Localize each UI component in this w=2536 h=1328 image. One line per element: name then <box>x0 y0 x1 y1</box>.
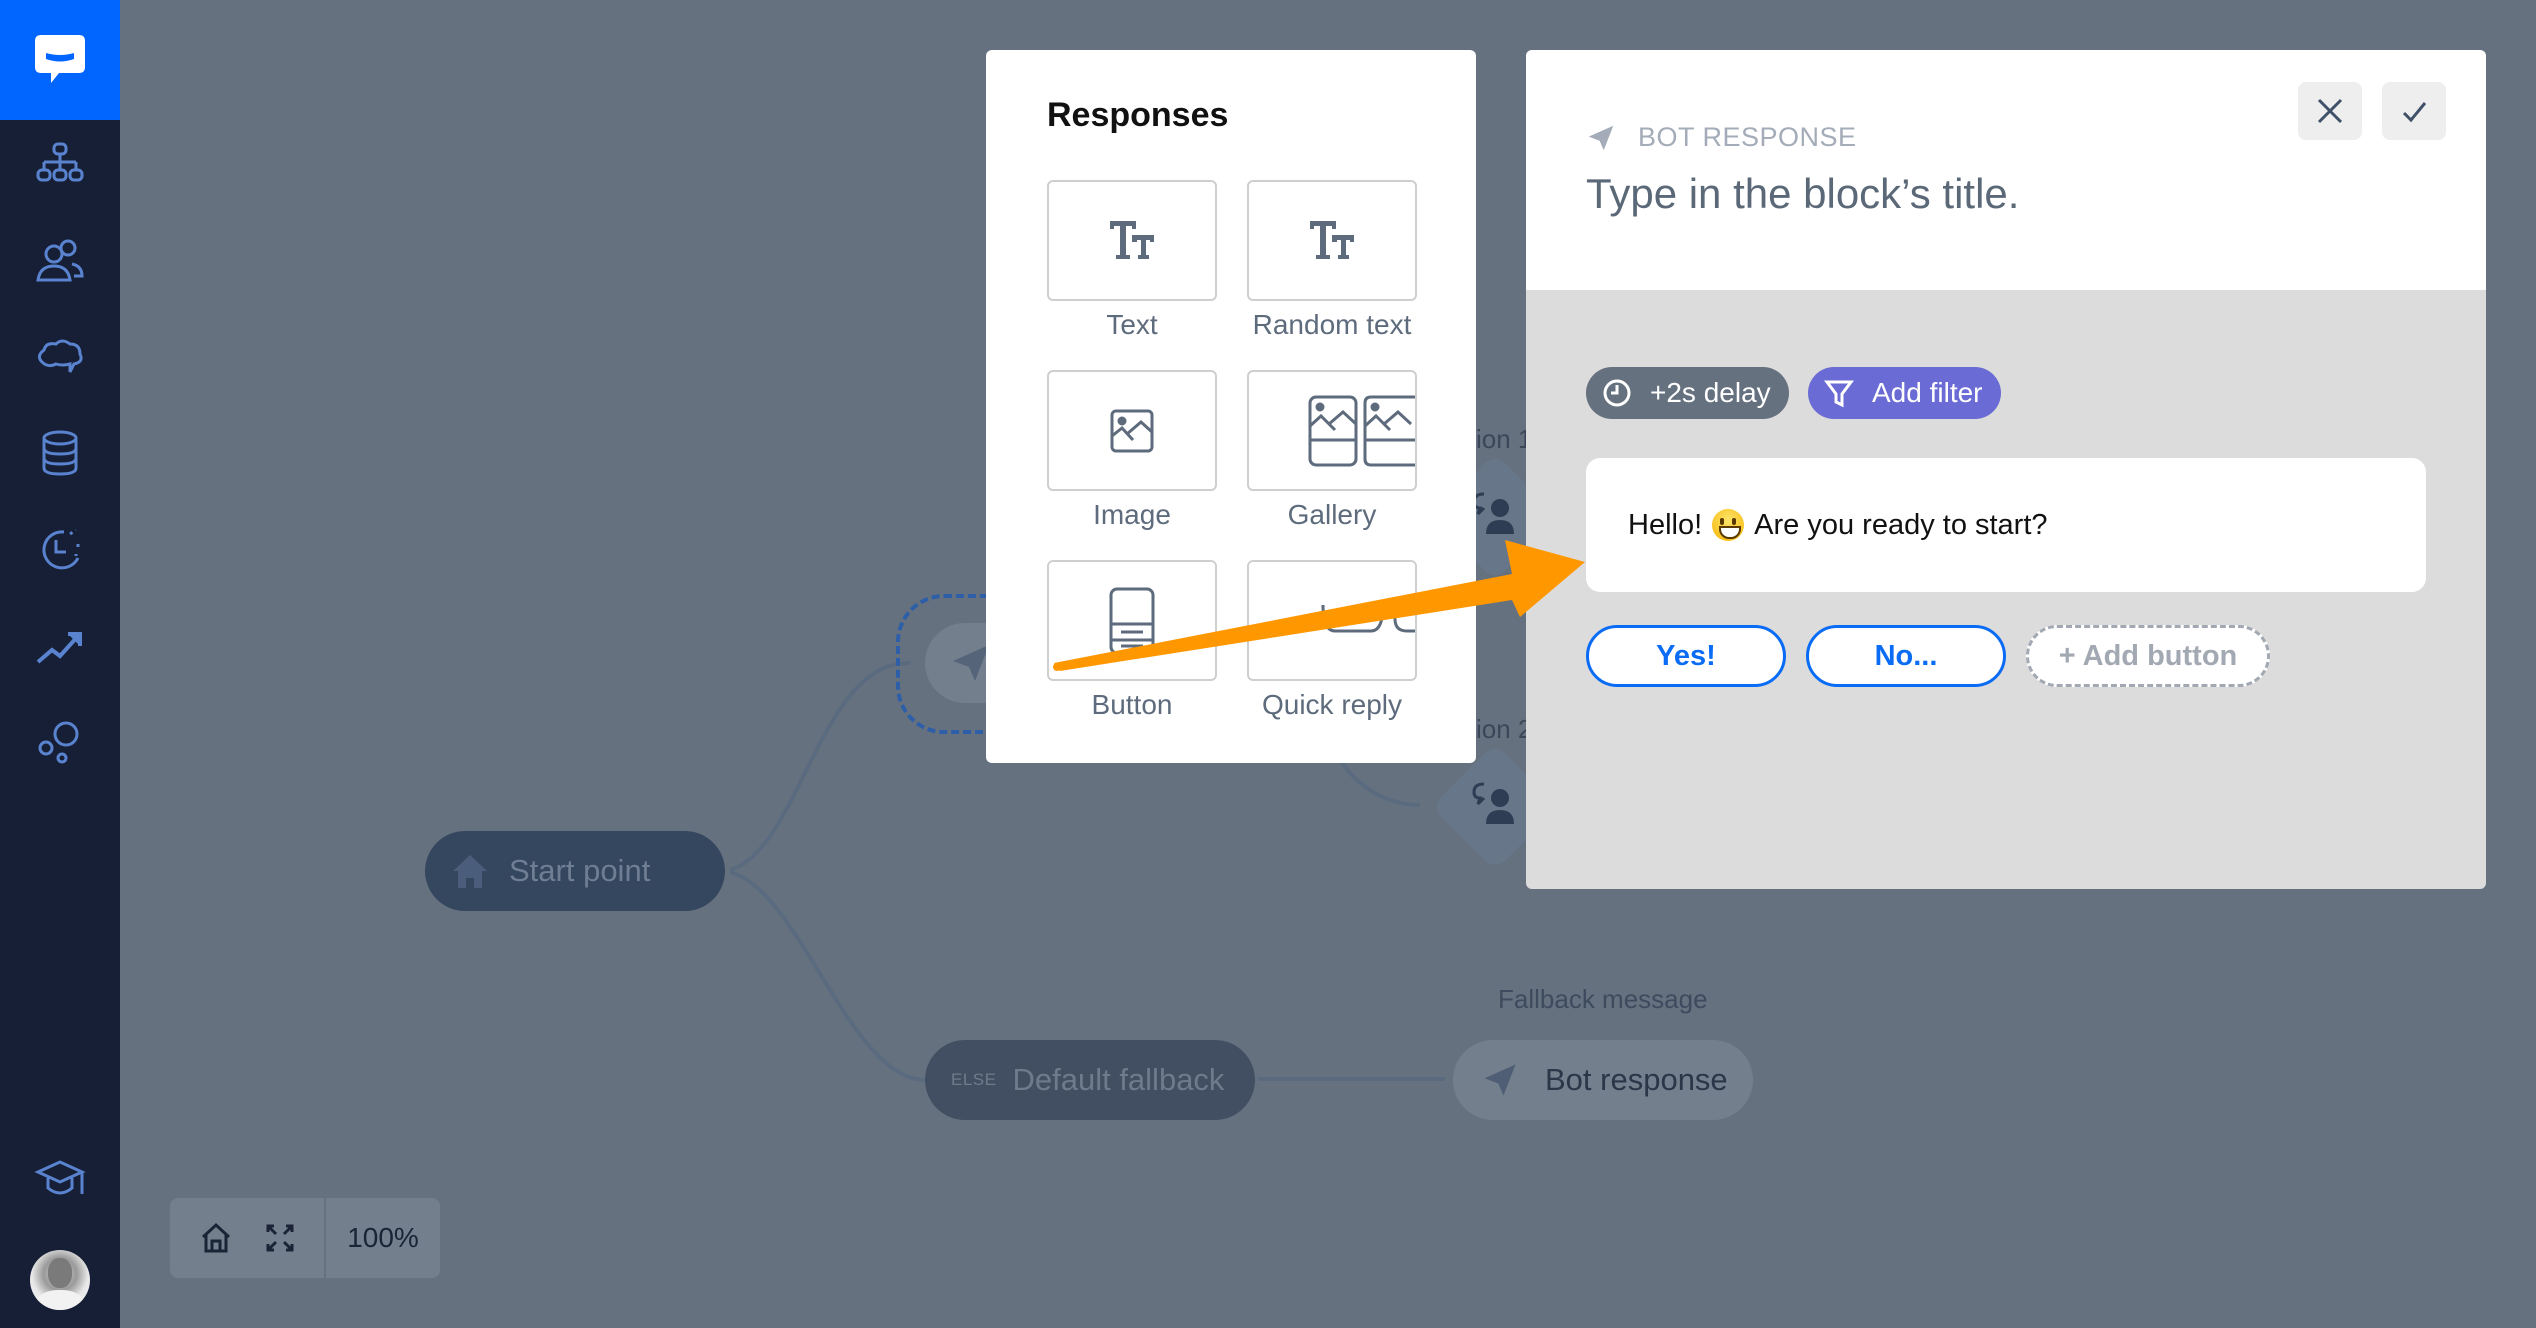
wire-to-option2 <box>1338 758 1421 807</box>
gallery-icon <box>1308 395 1415 466</box>
default-fallback-node[interactable]: ELSE Default fallback <box>925 1040 1255 1120</box>
fallback-bot-response-node[interactable]: Bot response <box>1453 1040 1753 1120</box>
bot-response-label: Bot response <box>1545 1062 1728 1097</box>
wire-start-to-selected <box>729 660 911 872</box>
tile-label: Random text <box>1252 309 1412 340</box>
image-icon <box>1110 409 1154 452</box>
add-button[interactable]: + Add button <box>2026 625 2270 687</box>
text-format-icon <box>1310 220 1354 259</box>
response-tile-text[interactable]: Text <box>1047 180 1217 341</box>
tile-box <box>1247 370 1417 491</box>
close-icon <box>2317 98 2343 124</box>
button-card-icon <box>1109 587 1155 654</box>
delay-label: +2s delay <box>1650 377 1771 408</box>
clock-history-icon <box>42 528 80 570</box>
response-tile-gallery[interactable]: Gallery <box>1247 370 1417 531</box>
sidebar-item-history[interactable] <box>0 510 120 590</box>
bubbles-icon <box>38 721 79 764</box>
start-point-label: Start point <box>509 853 651 888</box>
tile-label: Text <box>1106 309 1158 340</box>
add-filter-label: Add filter <box>1872 377 1983 408</box>
sidebar <box>0 0 120 1328</box>
tile-label: Quick reply <box>1261 689 1403 720</box>
database-icon <box>42 430 78 476</box>
add-filter-chip[interactable]: Add filter <box>1808 367 2001 419</box>
users-icon <box>36 239 84 282</box>
expand-icon <box>266 1224 294 1252</box>
sidebar-item-data[interactable] <box>0 414 120 494</box>
tile-box <box>1047 180 1217 301</box>
else-tag: ELSE <box>951 1070 997 1089</box>
message-text-end: Are you ready to start? <box>1754 508 2048 541</box>
center-home-button[interactable] <box>184 1198 248 1278</box>
tile-box <box>1247 180 1417 301</box>
confirm-button[interactable] <box>2382 82 2446 140</box>
option-2-label: ion 2 <box>1476 714 1533 744</box>
quick-reply-icon <box>1321 604 1415 632</box>
zoom-level[interactable]: 100% <box>326 1222 440 1254</box>
message-bubble[interactable]: Hello! Are you ready to start? <box>1586 458 2426 592</box>
wire-start-to-fallback <box>729 870 926 1082</box>
tile-label: Image <box>1093 499 1171 530</box>
delay-chip[interactable]: +2s delay <box>1586 367 1789 419</box>
responses-panel: Responses Text Random text Image Gallery… <box>986 50 1476 763</box>
sidebar-item-stories[interactable] <box>0 126 120 206</box>
option-1-label: ion 1 <box>1476 424 1533 454</box>
tile-box <box>1047 370 1217 491</box>
responses-title: Responses <box>1047 96 1229 134</box>
block-title-input[interactable] <box>1586 170 2186 218</box>
text-format-icon <box>1110 220 1154 259</box>
reply-button-yes[interactable]: Yes! <box>1586 625 1786 687</box>
app-logo[interactable] <box>0 0 120 120</box>
response-tile-image[interactable]: Image <box>1047 370 1217 531</box>
clock-icon <box>1603 379 1631 407</box>
block-type-text: BOT RESPONSE <box>1638 122 1857 152</box>
grinning-face-emoji-icon <box>1712 509 1745 541</box>
zoom-controls: 100% <box>170 1198 440 1278</box>
bot-response-panel: BOT RESPONSE +2s delay Add filter Hello!… <box>1526 50 2486 889</box>
graduation-cap-icon <box>34 1160 86 1195</box>
close-button[interactable] <box>2298 82 2362 140</box>
block-type-label: BOT RESPONSE <box>1586 122 1857 153</box>
reply-button-no[interactable]: No... <box>1806 625 2006 687</box>
user-reply-icon <box>1472 492 1514 534</box>
fit-view-button[interactable] <box>248 1198 312 1278</box>
trend-up-icon <box>36 632 82 664</box>
message-text-start: Hello! <box>1628 508 1703 541</box>
brain-icon <box>37 339 83 373</box>
check-icon <box>2402 102 2427 123</box>
tile-label: Button <box>1091 689 1173 720</box>
start-point-node[interactable]: Start point <box>425 831 725 911</box>
tile-box <box>1247 560 1417 681</box>
default-fallback-label: Default fallback <box>1012 1062 1225 1097</box>
response-tile-button[interactable]: Button <box>1047 560 1217 721</box>
tile-label: Gallery <box>1287 499 1377 530</box>
sidebar-item-training[interactable] <box>0 318 120 398</box>
sidebar-item-audience[interactable] <box>0 222 120 302</box>
filter-icon <box>1824 380 1854 408</box>
avatar-face <box>48 1258 72 1288</box>
response-tile-quick-reply[interactable]: Quick reply <box>1247 560 1417 721</box>
sidebar-item-integrations[interactable] <box>0 702 120 782</box>
sidebar-item-reports[interactable] <box>0 606 120 686</box>
fallback-message-caption: Fallback message <box>1498 984 1708 1014</box>
avatar[interactable] <box>30 1250 90 1310</box>
sidebar-item-academy[interactable] <box>0 1140 120 1220</box>
home-icon <box>453 855 487 888</box>
chat-bubble-logo-icon <box>35 35 85 83</box>
tile-box <box>1047 560 1217 681</box>
paper-plane-icon <box>1588 125 1614 150</box>
home-icon <box>201 1222 231 1253</box>
paper-plane-icon <box>1484 1064 1516 1096</box>
sitemap-icon <box>36 142 84 182</box>
panel-header: BOT RESPONSE <box>1526 50 2486 290</box>
avatar-shirt <box>36 1290 84 1310</box>
response-tile-random-text[interactable]: Random text <box>1247 180 1417 341</box>
user-reply-icon <box>1472 782 1514 824</box>
